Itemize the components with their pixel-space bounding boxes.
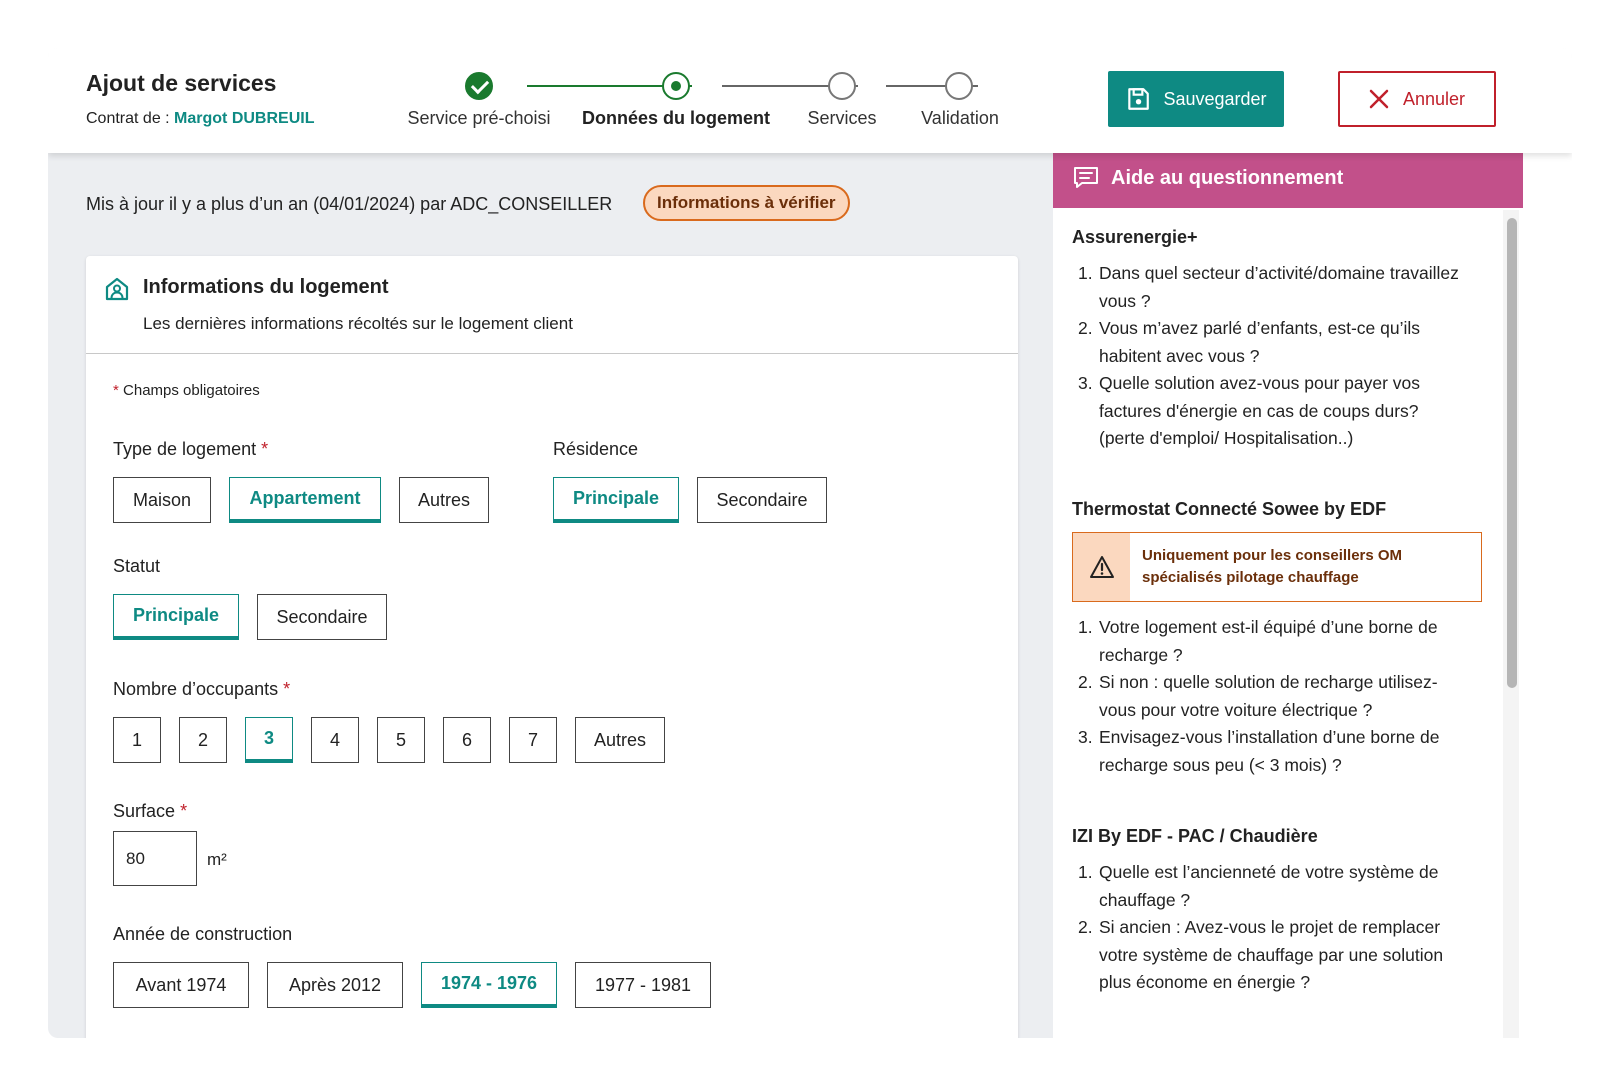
statut-option-secondaire[interactable]: Secondaire: [257, 594, 387, 640]
occupants-option-1[interactable]: 1: [113, 717, 161, 763]
app-window: Ajout de services Contrat de : Margot DU…: [48, 48, 1572, 1038]
occupants-option-autres[interactable]: Autres: [575, 717, 665, 763]
occupants-option-6[interactable]: 6: [443, 717, 491, 763]
close-icon: [1369, 89, 1389, 109]
required-star: *: [180, 801, 188, 821]
card-subtitle: Les dernières informations récoltés sur …: [143, 314, 573, 333]
type-option-autres[interactable]: Autres: [399, 477, 489, 523]
step-label-validation[interactable]: Validation: [921, 108, 999, 129]
type-label: Type de logement *: [113, 439, 268, 460]
page-title: Ajout de services: [86, 70, 277, 96]
question-item: 1. Quelle est l’ancienneté de votre systè…: [1078, 862, 1439, 910]
housing-card: Informations du logement Les dernières i…: [86, 256, 1018, 1038]
step-todo-icon: [945, 72, 973, 100]
annee-option-apres-2012[interactable]: Après 2012: [267, 962, 403, 1008]
statut-label: Statut: [113, 556, 161, 576]
chat-bubble-icon: [1074, 167, 1098, 188]
header: Ajout de services Contrat de : Margot DU…: [48, 48, 1572, 153]
annee-option-1977-1981[interactable]: 1977 - 1981: [575, 962, 711, 1008]
help-panel-header: Aide au questionnement: [1053, 148, 1523, 208]
required-star: *: [283, 679, 291, 699]
client-name[interactable]: Margot DUBREUIL: [174, 110, 314, 127]
cancel-button[interactable]: Annuler: [1338, 71, 1496, 127]
question-list-assurenergie: 1. Dans quel secteur d’activité/domaine t…: [1072, 260, 1492, 453]
occupants-option-7[interactable]: 7: [509, 717, 557, 763]
occupants-label-text: Nombre d’occupants: [113, 679, 279, 699]
question-item: 2. Si ancien : Avez-vous le projet de rem…: [1078, 917, 1444, 992]
warning-box: Uniquement pour les conseillers OM spécia…: [1072, 532, 1482, 602]
surface-label-text: Surface: [113, 801, 176, 821]
step-done-icon: [465, 72, 493, 100]
step-label-logement[interactable]: Données du logement: [582, 108, 770, 129]
question-item: 1. Votre logement est-il équipé d’une bor…: [1078, 617, 1438, 665]
section-title-assurenergie: Assurenergie+: [1072, 227, 1198, 247]
type-option-maison[interactable]: Maison: [113, 477, 211, 523]
annee-label: Année de construction: [113, 924, 293, 944]
surface-label: Surface *: [113, 801, 187, 822]
cancel-label: Annuler: [1402, 88, 1466, 109]
surface-unit: m²: [207, 850, 227, 869]
residence-option-secondaire[interactable]: Secondaire: [697, 477, 827, 523]
contract-info: Contrat de : Margot DUBREUIL: [86, 110, 314, 128]
required-star: *: [261, 439, 269, 459]
card-title: Informations du logement: [143, 276, 389, 298]
section-title-izi: IZI By EDF - PAC / Chaudière: [1072, 826, 1318, 846]
floppy-disk-icon: [1128, 88, 1150, 110]
occupants-option-4[interactable]: 4: [311, 717, 359, 763]
card-header: Informations du logement Les dernières i…: [86, 256, 1018, 354]
question-item: 3. Quelle solution avez-vous pour payer v…: [1078, 373, 1421, 448]
scrollbar-thumb[interactable]: [1507, 218, 1517, 688]
question-item: 1. Dans quel secteur d’activité/domaine t…: [1078, 263, 1459, 311]
occupants-option-3[interactable]: 3: [245, 717, 293, 763]
section-title-thermostat: Thermostat Connecté Sowee by EDF: [1072, 499, 1387, 519]
question-list-izi: 1. Quelle est l’ancienneté de votre systè…: [1072, 859, 1492, 997]
type-label-text: Type de logement: [113, 439, 257, 459]
surface-input[interactable]: [113, 831, 197, 886]
question-list-thermostat: 1. Votre logement est-il équipé d’une bor…: [1072, 614, 1492, 779]
occupants-label: Nombre d’occupants *: [113, 679, 290, 700]
required-star: *: [113, 382, 119, 399]
save-button[interactable]: Sauvegarder: [1108, 71, 1284, 127]
occupants-option-5[interactable]: 5: [377, 717, 425, 763]
update-info: Mis à jour il y a plus d’un an (04/01/20…: [86, 194, 613, 214]
question-item: 2. Si non : quelle solution de recharge u…: [1078, 672, 1438, 720]
step-todo-icon: [828, 72, 856, 100]
help-panel-title: Aide au questionnement: [1111, 166, 1344, 189]
step-label-services[interactable]: Services: [807, 108, 876, 129]
annee-option-1974-1976[interactable]: 1974 - 1976: [421, 962, 557, 1008]
question-item: 3. Envisagez-vous l’installation d’une bo…: [1078, 727, 1440, 775]
required-note: * Champs obligatoires: [113, 382, 260, 399]
warning-icon: [1089, 556, 1114, 578]
warning-text: Uniquement pour les conseillers OM spécia…: [1142, 547, 1403, 586]
residence-option-principale[interactable]: Principale: [553, 477, 679, 523]
annee-option-avant-1974[interactable]: Avant 1974: [113, 962, 249, 1008]
stepper: Service pré-choisi Données du logement S…: [407, 68, 1088, 138]
occupants-option-2[interactable]: 2: [179, 717, 227, 763]
residence-label: Résidence: [553, 439, 639, 459]
help-panel: Aide au questionnement Assurenergie+ 1. D…: [1053, 148, 1523, 1038]
type-option-appartement[interactable]: Appartement: [229, 477, 381, 523]
main-content: Mis à jour il y a plus d’un an (04/01/20…: [48, 148, 1053, 1038]
contract-prefix: Contrat de :: [86, 110, 175, 127]
step-label-service[interactable]: Service pré-choisi: [407, 108, 550, 129]
house-person-icon: [105, 277, 129, 301]
statut-option-principale[interactable]: Principale: [113, 594, 239, 640]
question-item: 2. Vous m’avez parlé d’enfants, est-ce qu…: [1078, 318, 1420, 366]
required-note-text: Champs obligatoires: [123, 382, 260, 399]
warning-icon-box: [1073, 533, 1130, 601]
save-label: Sauvegarder: [1163, 88, 1267, 109]
step-current-icon: [662, 72, 690, 100]
status-badge: Informations à vérifier: [643, 185, 850, 221]
